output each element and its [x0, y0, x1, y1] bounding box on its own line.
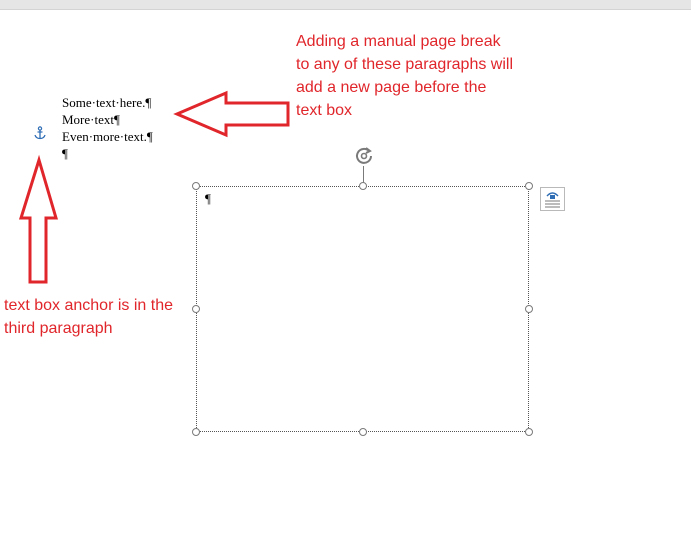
resize-handle-bottom-left[interactable] [192, 428, 200, 436]
paragraph-1[interactable]: Some·text·here.¶ [62, 94, 153, 111]
arrow-left-pointing [173, 90, 290, 138]
resize-handle-top-left[interactable] [192, 182, 200, 190]
paragraph-3[interactable]: Even·more·text.¶ [62, 128, 153, 145]
resize-handle-middle-right[interactable] [525, 305, 533, 313]
paragraph-2[interactable]: More·text¶ [62, 111, 153, 128]
window-top-bar [0, 0, 691, 10]
rotate-handle-icon[interactable] [353, 145, 375, 167]
paragraph-4[interactable]: ¶ [62, 145, 153, 162]
resize-handle-top-right[interactable] [525, 182, 533, 190]
annotation-page-break: Adding a manual page break to any of the… [296, 33, 514, 119]
text-box[interactable]: ¶ [196, 186, 529, 432]
arrow-up-pointing [18, 154, 59, 284]
layout-options-button[interactable] [540, 187, 565, 211]
resize-handle-bottom-right[interactable] [525, 428, 533, 436]
layout-options-icon [545, 192, 560, 208]
document-paragraphs: Some·text·here.¶ More·text¶ Even·more·te… [62, 94, 153, 162]
text-box-paragraph-mark[interactable]: ¶ [205, 191, 211, 207]
resize-handle-bottom-center[interactable] [359, 428, 367, 436]
anchor-icon[interactable] [33, 126, 47, 140]
annotation-anchor: text box anchor is in the third paragrap… [4, 297, 173, 337]
resize-handle-top-center[interactable] [359, 182, 367, 190]
